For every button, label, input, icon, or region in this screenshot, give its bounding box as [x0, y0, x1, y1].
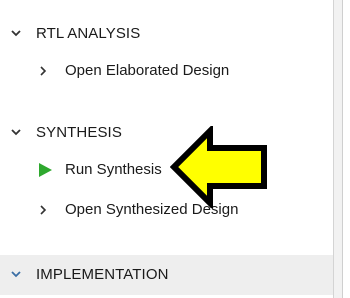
chevron-down-icon[interactable]	[10, 268, 22, 280]
run-synthesis-label[interactable]: Run Synthesis	[65, 161, 162, 178]
chevron-down-icon[interactable]	[10, 126, 22, 138]
open-elaborated-design-label[interactable]: Open Elaborated Design	[65, 62, 229, 79]
scrollbar-track[interactable]	[334, 0, 350, 298]
section-synthesis-label: SYNTHESIS	[36, 124, 122, 141]
open-synthesized-design-item[interactable]: Open Synthesized Design	[0, 191, 333, 229]
play-icon[interactable]	[37, 162, 53, 178]
section-implementation[interactable]: IMPLEMENTATION	[0, 255, 333, 295]
section-rtl-analysis[interactable]: RTL ANALYSIS	[0, 15, 333, 53]
run-synthesis-item[interactable]: Run Synthesis	[0, 151, 333, 189]
open-elaborated-design-item[interactable]: Open Elaborated Design	[0, 52, 333, 90]
section-implementation-label: IMPLEMENTATION	[36, 266, 169, 283]
chevron-right-icon[interactable]	[38, 65, 48, 77]
adjacent-pane-edge	[342, 0, 350, 298]
chevron-down-icon[interactable]	[10, 27, 22, 39]
left-arrow-icon	[170, 126, 267, 208]
chevron-right-icon[interactable]	[38, 204, 48, 216]
flow-navigator-panel: RTL ANALYSIS Open Elaborated Design SYNT…	[0, 0, 334, 298]
section-synthesis[interactable]: SYNTHESIS	[0, 114, 333, 152]
section-rtl-analysis-label: RTL ANALYSIS	[36, 25, 141, 42]
